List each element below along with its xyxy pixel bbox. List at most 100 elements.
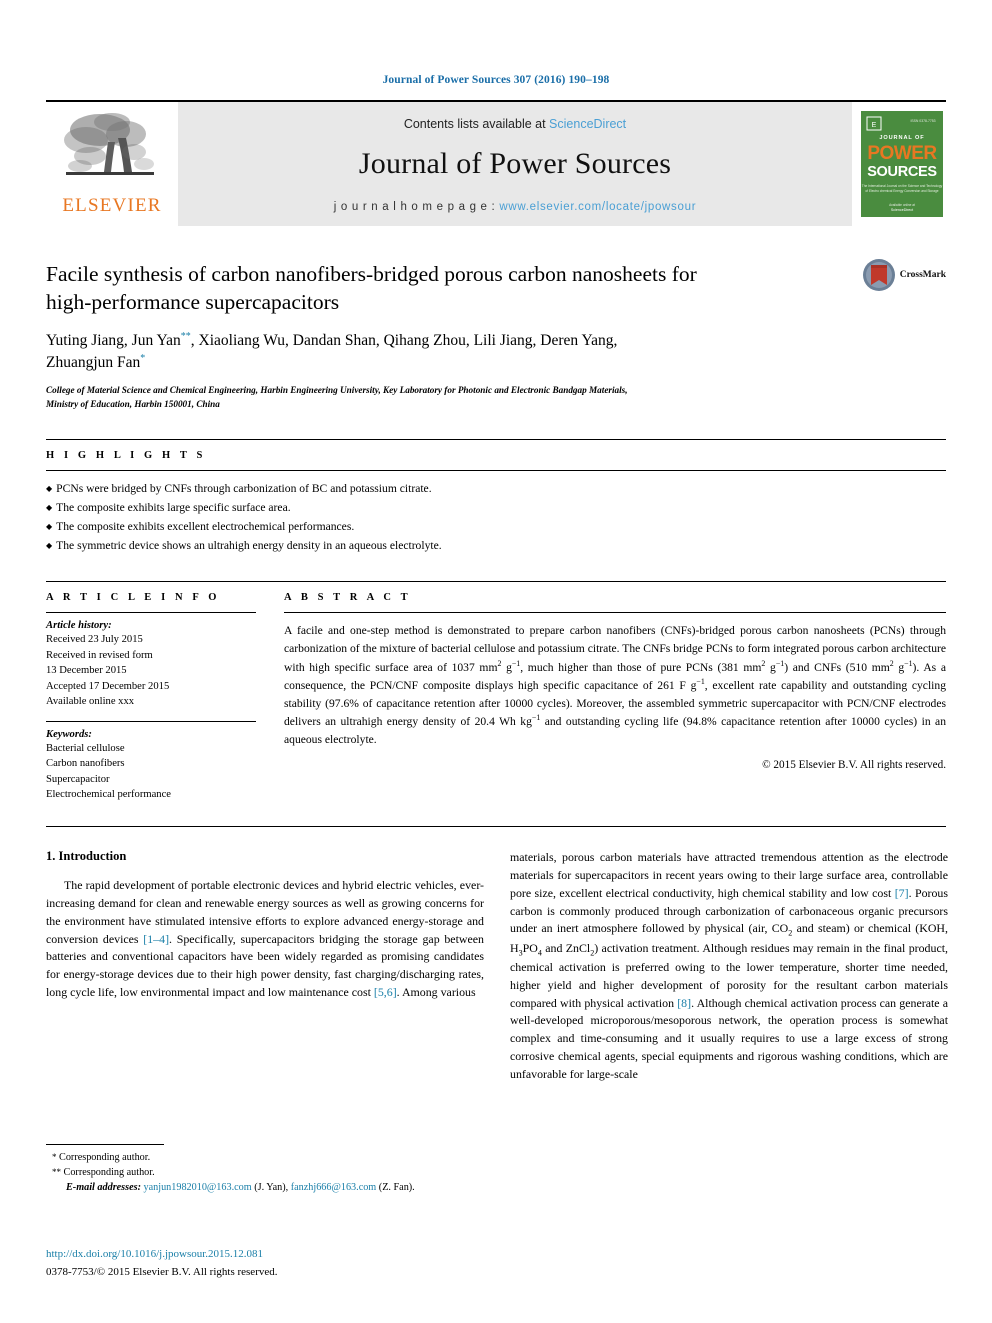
journal-cover-image: E ISSN 0378-7753 JOURNAL OF POWER SOURCE… xyxy=(861,111,943,217)
sup-neg1: −1 xyxy=(696,677,705,687)
author-names-part1: Yuting Jiang, Jun Yan xyxy=(46,331,181,349)
highlight-item: ◆ The composite exhibits large specific … xyxy=(46,499,946,518)
section-heading-introduction: 1. Introduction xyxy=(46,849,127,864)
author-names-part2: , Xiaoliang Wu, Dandan Shan, Qihang Zhou… xyxy=(190,331,618,349)
keyword-item: Electrochemical performance xyxy=(46,788,171,800)
footnote-corresponding-1: * Corresponding author. xyxy=(46,1150,484,1165)
footnote-corresponding-2: ** Corresponding author. xyxy=(46,1165,484,1180)
bullet-icon: ◆ xyxy=(46,503,53,512)
citation-ref-8[interactable]: [8] xyxy=(677,996,691,1010)
crossmark-badge[interactable]: CrossMark xyxy=(862,258,946,292)
abstract-paragraph: A facile and one-step method is demonstr… xyxy=(284,622,946,748)
history-line: Received 23 July 2015 xyxy=(46,634,143,646)
keyword-item: Bacterial cellulose xyxy=(46,742,125,754)
title-block: CrossMark Facile synthesis of carbon nan… xyxy=(46,226,946,411)
doi-link[interactable]: http://dx.doi.org/10.1016/j.jpowsour.201… xyxy=(46,1248,486,1260)
intro-paragraph: The rapid development of portable electr… xyxy=(46,877,484,1001)
email-addresses-label: E-mail addresses: xyxy=(66,1182,141,1194)
issn-copyright-line: 0378-7753/© 2015 Elsevier B.V. All right… xyxy=(46,1266,278,1278)
footnote-emails: E-mail addresses: yanjun1982010@163.com … xyxy=(46,1180,484,1195)
page-title: Facile synthesis of carbon nanofibers-br… xyxy=(46,262,697,315)
crossmark-label: CrossMark xyxy=(899,270,946,280)
running-head: Journal of Power Sources 307 (2016) 190–… xyxy=(382,74,610,86)
affiliation: College of Material Science and Chemical… xyxy=(46,384,856,411)
elsevier-logo: ELSEVIER xyxy=(46,102,178,226)
elsevier-tree-icon xyxy=(64,113,154,175)
journal-homepage-line: j o u r n a l h o m e p a g e : www.else… xyxy=(334,201,696,213)
article-history-label: Article history: xyxy=(46,620,112,632)
author-list: Yuting Jiang, Jun Yan**, Xiaoliang Wu, D… xyxy=(46,330,806,375)
sup-neg1: −1 xyxy=(511,658,521,668)
author-marker-double[interactable]: ** xyxy=(181,331,191,342)
author-names-part3: Zhuangjun Fan xyxy=(46,354,141,372)
elsevier-wordmark: ELSEVIER xyxy=(62,195,162,216)
bullet-icon: ◆ xyxy=(46,540,53,550)
highlight-text: The symmetric device shows an ultrahigh … xyxy=(56,538,442,552)
journal-cover-thumbnail: E ISSN 0378-7753 JOURNAL OF POWER SOURCE… xyxy=(858,102,946,226)
right-text-5: and ZnCl xyxy=(541,940,591,955)
highlights-list: ◆ PCNs were bridged by CNFs through carb… xyxy=(46,470,946,555)
citation-ref-5-6[interactable]: [5,6] xyxy=(374,985,397,999)
contents-available-line: Contents lists available at ScienceDirec… xyxy=(404,117,626,131)
right-text-1: materials, porous carbon materials have … xyxy=(510,850,948,900)
sciencedirect-link[interactable]: ScienceDirect xyxy=(549,117,626,131)
article-page: Journal of Power Sources 307 (2016) 190–… xyxy=(0,0,992,1323)
crossmark-icon xyxy=(862,259,895,291)
footnote-text-1: Corresponding author. xyxy=(59,1152,151,1163)
affiliation-line-2: Ministry of Education, Harbin 150001, Ch… xyxy=(46,398,220,409)
footnote-marker-double: ** xyxy=(52,1167,61,1178)
unit-m: m xyxy=(880,660,890,674)
sup-neg1: −1 xyxy=(904,658,913,668)
journal-homepage-link[interactable]: www.elsevier.com/locate/jpowsour xyxy=(499,201,696,213)
email-link-fan[interactable]: fanzhj666@163.com xyxy=(291,1182,377,1193)
journal-masthead: ELSEVIER Contents lists available at Sci… xyxy=(46,100,946,226)
keyword-item: Carbon nanofibers xyxy=(46,758,125,770)
intro-paragraph-continued: materials, porous carbon materials have … xyxy=(510,849,948,1083)
masthead-center: Contents lists available at ScienceDirec… xyxy=(178,102,852,226)
doi-block: http://dx.doi.org/10.1016/j.jpowsour.201… xyxy=(46,1248,486,1280)
svg-text:E: E xyxy=(872,122,877,129)
sup-2: 2 xyxy=(889,658,894,668)
sup-neg1: −1 xyxy=(775,658,785,668)
article-info-body: Article history: Received 23 July 2015 R… xyxy=(46,612,256,802)
body-separator xyxy=(46,826,946,828)
highlights-section: H I G H L I G H T S ◆ PCNs were bridged … xyxy=(46,439,946,555)
abstract-heading: A B S T R A C T xyxy=(284,592,412,604)
abstract-body: A facile and one-step method is demonstr… xyxy=(284,612,946,771)
bullet-icon: ◆ xyxy=(46,484,53,494)
citation-ref-7[interactable]: [7] xyxy=(895,886,909,900)
info-and-abstract: A R T I C L E I N F O Article history: R… xyxy=(46,581,946,802)
homepage-prefix: j o u r n a l h o m e p a g e : xyxy=(333,201,500,213)
footnote-text-2: Corresponding author. xyxy=(63,1167,155,1179)
highlights-heading: H I G H L I G H T S xyxy=(46,450,206,462)
highlight-item: ◆ The symmetric device shows an ultrahig… xyxy=(46,537,946,556)
right-text-4: PO xyxy=(522,940,538,955)
highlight-item: ◆ PCNs were bridged by CNFs through carb… xyxy=(46,480,946,499)
highlight-text: PCNs were bridged by CNFs through carbon… xyxy=(56,482,432,496)
intro-text-3: . Among various xyxy=(396,984,476,999)
highlight-text: The composite exhibits large specific su… xyxy=(56,501,291,514)
keywords-label: Keywords: xyxy=(46,728,92,740)
history-line: Received in revised form xyxy=(46,649,153,661)
email-link-yan[interactable]: yanjun1982010@163.com xyxy=(144,1182,252,1193)
affiliation-line-1: College of Material Science and Chemical… xyxy=(46,385,628,395)
citation-ref-1-4[interactable]: [1–4] xyxy=(143,932,169,946)
copyright-line: © 2015 Elsevier B.V. All rights reserved… xyxy=(762,759,946,772)
author-marker-single[interactable]: * xyxy=(140,353,145,364)
sup-2: 2 xyxy=(761,658,766,668)
history-line: 13 December 2015 xyxy=(46,665,127,677)
email-attribution-2: (Z. Fan). xyxy=(376,1182,415,1194)
bullet-icon: ◆ xyxy=(46,521,53,531)
svg-text:Available online at: Available online at xyxy=(889,203,915,207)
footnotes-block: * Corresponding author. ** Corresponding… xyxy=(46,1144,484,1195)
body-left-column: 1. Introduction The rapid development of… xyxy=(46,849,484,1083)
footnote-rule xyxy=(46,1144,164,1145)
article-info-heading: A R T I C L E I N F O xyxy=(46,592,221,604)
svg-text:SOURCES: SOURCES xyxy=(867,164,937,180)
svg-text:ISSN 0378-7753: ISSN 0378-7753 xyxy=(910,119,935,123)
email-attribution-1: (J. Yan), xyxy=(251,1182,291,1194)
abstract-part-3: ) and CNFs (510 m xyxy=(784,660,881,674)
info-divider xyxy=(46,720,256,722)
keyword-item: Supercapacitor xyxy=(46,773,110,785)
svg-text:POWER: POWER xyxy=(867,143,937,164)
